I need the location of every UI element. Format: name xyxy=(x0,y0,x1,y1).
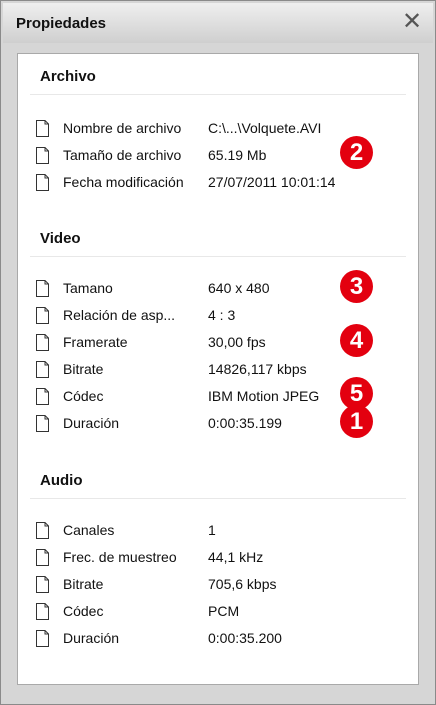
section-divider xyxy=(30,498,406,499)
property-label: Canales xyxy=(63,522,115,538)
list-item: Fecha modificación 27/07/2011 10:01:14 xyxy=(36,170,406,196)
list-item: Canales 1 xyxy=(36,518,406,544)
property-value: 14826,117 kbps xyxy=(208,361,307,377)
property-value: 1 xyxy=(208,522,216,538)
document-icon xyxy=(36,603,49,620)
close-icon[interactable]: ✕ xyxy=(399,9,425,35)
document-icon xyxy=(36,630,49,647)
properties-panel: Archivo Nombre de archivo C:\...\Volquet… xyxy=(17,53,419,685)
document-icon xyxy=(36,576,49,593)
section-divider xyxy=(30,256,406,257)
annotation-badge-2: 2 xyxy=(340,136,373,169)
property-label: Códec xyxy=(63,603,104,619)
property-value: 27/07/2011 10:01:14 xyxy=(208,174,336,190)
property-label: Tamaño de archivo xyxy=(63,147,182,163)
property-value: 0:00:35.200 xyxy=(208,630,282,646)
property-value: 30,00 fps xyxy=(208,334,266,350)
annotation-badge-3: 3 xyxy=(340,270,373,303)
window-title: Propiedades xyxy=(16,15,107,32)
property-label: Framerate xyxy=(63,334,128,350)
document-icon xyxy=(36,307,49,324)
property-value: C:\...\Volquete.AVI xyxy=(208,120,322,136)
property-label: Nombre de archivo xyxy=(63,120,182,136)
property-label: Tamano xyxy=(63,280,113,296)
property-value: 640 x 480 xyxy=(208,280,270,296)
section-title-archivo: Archivo xyxy=(40,68,96,85)
property-label: Códec xyxy=(63,388,104,404)
title-bar: Propiedades ✕ xyxy=(3,3,433,43)
property-label: Frec. de muestreo xyxy=(63,549,177,565)
property-label: Relación de asp... xyxy=(63,307,176,323)
property-value: 705,6 kbps xyxy=(208,576,277,592)
document-icon xyxy=(36,388,49,405)
property-label: Bitrate xyxy=(63,576,104,592)
property-value: 4 : 3 xyxy=(208,307,236,323)
annotation-badge-4: 4 xyxy=(340,324,373,357)
document-icon xyxy=(36,280,49,297)
property-value: 0:00:35.199 xyxy=(208,415,282,431)
property-value: IBM Motion JPEG xyxy=(208,388,320,404)
properties-window: Propiedades ✕ Archivo Nombre de archivo … xyxy=(0,0,436,705)
list-item: Frec. de muestreo 44,1 kHz xyxy=(36,545,406,571)
document-icon xyxy=(36,334,49,351)
document-icon xyxy=(36,522,49,539)
list-item: Duración 0:00:35.200 xyxy=(36,626,406,652)
list-item: Códec PCM xyxy=(36,599,406,625)
document-icon xyxy=(36,174,49,191)
document-icon xyxy=(36,361,49,378)
document-icon xyxy=(36,415,49,432)
property-value: 65.19 Mb xyxy=(208,147,267,163)
property-value: 44,1 kHz xyxy=(208,549,264,565)
document-icon xyxy=(36,147,49,164)
property-label: Duración xyxy=(63,630,120,646)
document-icon xyxy=(36,549,49,566)
property-label: Bitrate xyxy=(63,361,104,377)
section-divider xyxy=(30,94,406,95)
annotation-badge-1: 1 xyxy=(340,405,373,438)
section-title-audio: Audio xyxy=(40,472,83,489)
list-item: Bitrate 705,6 kbps xyxy=(36,572,406,598)
property-label: Duración xyxy=(63,415,120,431)
section-title-video: Video xyxy=(40,230,81,247)
document-icon xyxy=(36,120,49,137)
property-label: Fecha modificación xyxy=(63,174,184,190)
property-value: PCM xyxy=(208,603,240,619)
